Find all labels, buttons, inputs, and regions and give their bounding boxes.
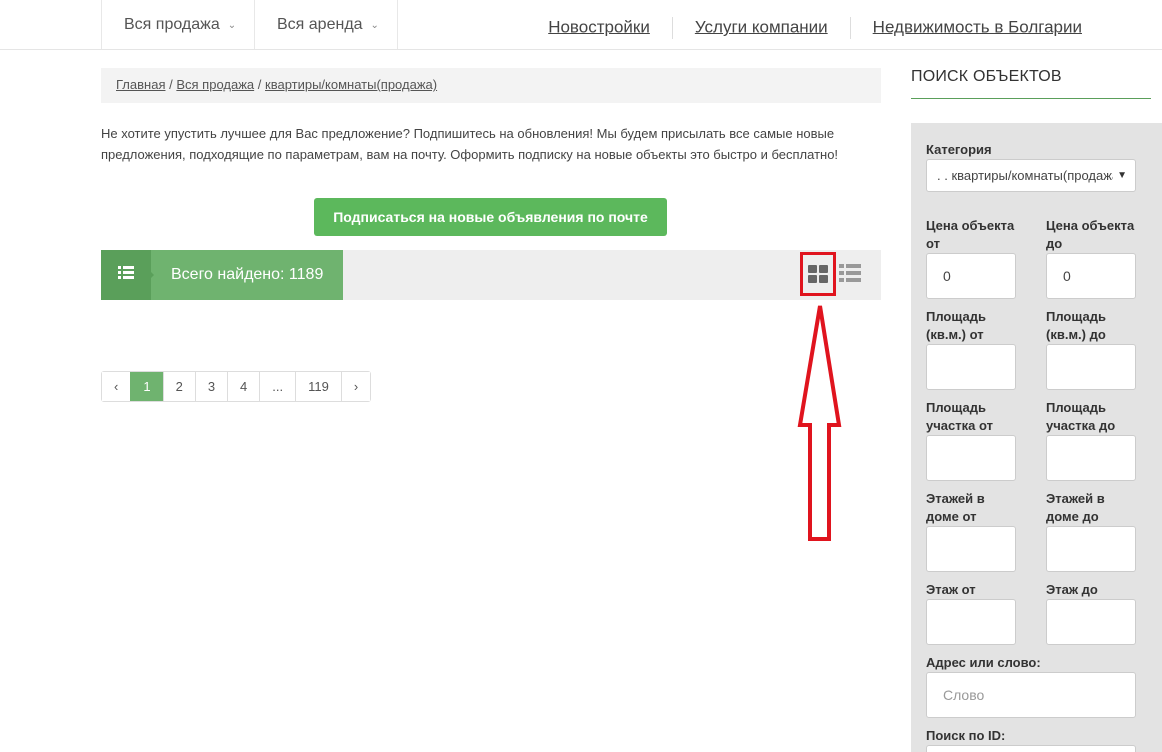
divider (849, 17, 851, 39)
divider (671, 17, 673, 39)
price-from-label: Цена объекта от (926, 218, 1015, 251)
subscribe-button[interactable]: Подписаться на новые объявления по почте (314, 198, 667, 236)
price-from-input[interactable]: 0 (926, 253, 1016, 299)
floor-from-input[interactable] (926, 599, 1016, 645)
floors-from-label: Этажей в доме от (926, 491, 985, 524)
dropdown-all-rent-label: Вся аренда (277, 16, 363, 33)
id-search-label: Поиск по ID: (926, 728, 1006, 743)
pagination-page-4[interactable]: 4 (227, 372, 260, 401)
address-label: Адрес или слово: (926, 655, 1041, 670)
price-to-label: Цена объекта до (1046, 218, 1135, 251)
dropdown-all-sale[interactable]: Вся продажа ⌄ (101, 0, 255, 49)
chevron-down-icon: ⌄ (227, 20, 237, 31)
floors-to-input[interactable] (1046, 526, 1136, 572)
results-count: Всего найдено: 1189 (149, 250, 343, 300)
caret-down-icon: ▼ (1113, 160, 1127, 191)
floors-from-input[interactable] (926, 526, 1016, 572)
floors-to-label: Этажей в доме до (1046, 491, 1105, 524)
area-from-label: Площадь (кв.м.) от (926, 309, 986, 342)
breadcrumb-current[interactable]: квартиры/комнаты(продажа) (265, 77, 437, 92)
results-count-text: Всего найдено: 1189 (171, 266, 324, 283)
chevron-down-icon: ⌄ (370, 20, 379, 31)
pagination-page-1[interactable]: 1 (130, 372, 163, 401)
plot-to-label: Площадь участка до (1046, 400, 1116, 433)
triangle-icon (149, 270, 154, 280)
list-icon (101, 250, 151, 300)
breadcrumb: Главная / Вся продажа / квартиры/комнаты… (101, 68, 881, 103)
breadcrumb-sale[interactable]: Вся продажа (176, 77, 254, 92)
pagination-page-3[interactable]: 3 (194, 372, 228, 401)
grid-view-button[interactable] (800, 252, 836, 296)
annotation-arrow (797, 305, 842, 541)
list-view-icon (839, 264, 861, 282)
breadcrumb-separator: / (169, 77, 173, 92)
pagination-page-119[interactable]: 119 (295, 372, 341, 401)
category-select-value: . . квартиры/комнаты(продажа) (937, 168, 1124, 183)
area-to-label: Площадь (кв.м.) до (1046, 309, 1106, 342)
results-bar: Всего найдено: 1189 (101, 250, 881, 300)
pagination-page-2[interactable]: 2 (162, 372, 195, 401)
pagination-next[interactable]: › (340, 372, 371, 401)
list-view-button[interactable] (839, 264, 861, 286)
category-label: Категория (926, 142, 992, 157)
plot-from-input[interactable] (926, 435, 1016, 481)
plot-from-label: Площадь участка от (926, 400, 993, 433)
link-bulgaria-property[interactable]: Недвижимость в Болгарии (873, 17, 1082, 36)
floor-to-label: Этаж до (1046, 582, 1098, 597)
dropdown-all-sale-label: Вся продажа (124, 16, 220, 33)
floor-to-input[interactable] (1046, 599, 1136, 645)
area-to-input[interactable] (1046, 344, 1136, 390)
plot-to-input[interactable] (1046, 435, 1136, 481)
pagination: ‹ 1 2 3 4 ... 119 › (101, 371, 372, 402)
top-links: Новостройки Услуги компании Недвижимость в… (548, 17, 1082, 39)
pagination-prev[interactable]: ‹ (102, 372, 131, 401)
floor-from-label: Этаж от (926, 582, 976, 597)
top-navigation: Вся продажа ⌄ Вся аренда ⌄ Новостройки Услу… (0, 0, 1162, 50)
grid-icon (808, 265, 828, 283)
breadcrumb-home[interactable]: Главная (116, 77, 165, 92)
subscription-promo-text: Не хотите упустить лучшее для Вас предло… (101, 126, 839, 162)
dropdown-all-rent[interactable]: Вся аренда ⌄ (255, 0, 398, 49)
link-new-buildings[interactable]: Новостройки (548, 17, 650, 36)
price-to-input[interactable]: 0 (1046, 253, 1136, 299)
link-company-services[interactable]: Услуги компании (695, 17, 828, 36)
sidebar-title: ПОИСК ОБЪЕКТОВ (911, 68, 1151, 99)
id-search-input[interactable] (926, 745, 1136, 752)
area-from-input[interactable] (926, 344, 1016, 390)
category-select[interactable]: . . квартиры/комнаты(продажа) ▼ (926, 159, 1136, 192)
pagination-ellipsis[interactable]: ... (259, 372, 296, 401)
breadcrumb-separator: / (257, 77, 262, 92)
address-input[interactable]: Слово (926, 672, 1136, 718)
